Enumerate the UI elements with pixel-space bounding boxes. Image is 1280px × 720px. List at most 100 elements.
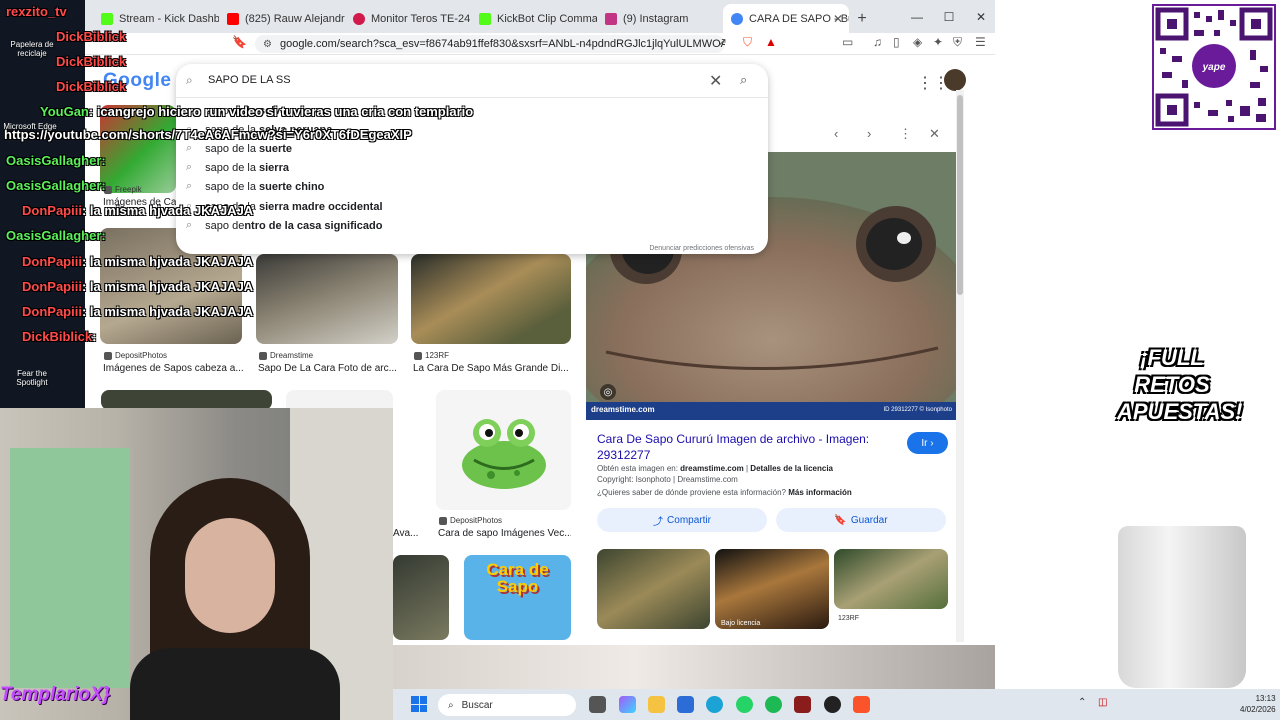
media-icon[interactable]: ♫ [873, 35, 882, 49]
report-predictions-link[interactable]: Denunciar predicciones ofensivas [649, 245, 754, 252]
tab-youtube[interactable]: (825) Rauw Alejandro, [219, 4, 345, 33]
store-icon[interactable] [677, 696, 694, 713]
result-image-toad-4[interactable] [101, 390, 272, 410]
source-label: Dreamstime [270, 351, 314, 360]
result-image-cartoon-frog[interactable] [436, 390, 571, 510]
chat-username: DonPapiii [22, 203, 82, 218]
search-submit-icon[interactable]: ⌕ [740, 72, 747, 88]
more-options-icon[interactable]: ⋮ [899, 126, 912, 142]
prev-image-icon[interactable]: ‹ [834, 126, 838, 141]
taskbar-clock[interactable]: 13:13 4/02/2026 [1240, 693, 1276, 715]
chevron-up-icon[interactable]: ⌃ [1078, 697, 1086, 708]
next-image-icon[interactable]: › [867, 126, 871, 141]
result-source: Freepik [104, 185, 142, 194]
taskbar-search[interactable]: ⌕ Buscar [438, 694, 576, 716]
close-preview-icon[interactable]: ✕ [929, 126, 940, 142]
suggestion-item[interactable]: ⌕ sapo de la suerte [186, 142, 292, 155]
related-thumb-1[interactable] [597, 549, 710, 629]
result-caption[interactable]: Sapo De La Cara Foto de arc... [258, 363, 398, 374]
scroll-thumb[interactable] [957, 95, 963, 295]
preview-title[interactable]: Cara De Sapo Cururú Imagen de archivo - … [597, 431, 897, 463]
obtained-site[interactable]: dreamstime.com [680, 464, 744, 473]
tab-label: Monitor Teros TE-24155 p [371, 12, 471, 25]
result-caption[interactable]: La Cara De Sapo Más Grande Di... [413, 363, 571, 374]
chat-text: : la misma hjvada JKAJAJA [81, 304, 254, 319]
vpn-icon[interactable]: ⛨ [953, 35, 962, 50]
app-icon[interactable] [794, 696, 811, 713]
file-explorer-icon[interactable] [648, 696, 665, 713]
visit-button[interactable]: Ir › [907, 432, 948, 454]
suggestion-plain: sapo de la [205, 180, 259, 193]
result-caption[interactable]: Cara de sapo Imágenes Vec... [438, 528, 571, 539]
shelf-image [10, 448, 130, 688]
maximize-button[interactable]: ☐ [933, 0, 965, 33]
google-icon [731, 12, 743, 25]
suggestion-item[interactable]: ⌕ sapo de la suerte chino [186, 180, 324, 193]
tab-google-search[interactable]: CARA DE SAPO - Busc✕ [723, 4, 849, 33]
recycle-bin-icon[interactable]: Papelera de reciclaje [2, 40, 62, 58]
obtained-label: Obtén esta imagen en: [597, 464, 681, 473]
result-caption[interactable]: Imágenes de Sapos cabeza a... [103, 363, 243, 374]
close-window-button[interactable]: ✕ [965, 0, 995, 33]
windows-start-icon[interactable] [411, 696, 427, 712]
copilot-icon[interactable] [619, 696, 636, 713]
site-info-icon[interactable]: ⚙ [263, 39, 272, 50]
chat-text: : [92, 329, 97, 344]
sidebar-icon[interactable]: ▯ [893, 35, 900, 49]
license-link[interactable]: Detalles de la licencia [750, 464, 833, 473]
suggestion-item[interactable]: ⌕ sapo dentro de la casa significado [186, 219, 382, 232]
task-view-icon[interactable] [589, 696, 606, 713]
brave-shield-icon[interactable]: ⛉ [743, 35, 752, 50]
brave-rewards-icon[interactable]: ▲ [765, 35, 777, 49]
bookmark-icon[interactable]: 🔖 [232, 35, 247, 49]
related-thumb-2[interactable]: Bajo licencia [715, 549, 829, 629]
account-avatar[interactable] [944, 69, 966, 91]
result-image-cara-de-sapo-cartoon[interactable]: Cara de Sapo [464, 555, 571, 640]
suggestion-item[interactable]: ⌕ sapo de la sierra [186, 161, 289, 174]
tab-instagram[interactable]: (9) Instagram [597, 4, 723, 33]
origin-line: ¿Quieres saber de dónde proviene esta in… [597, 488, 852, 497]
url-text: google.com/search?sca_esv=f8674ab91ffef8… [279, 38, 725, 50]
edge-taskbar-icon[interactable] [706, 696, 723, 713]
license-badge: Bajo licencia [721, 620, 761, 627]
brave-icon[interactable] [853, 696, 870, 713]
spotify-icon[interactable] [765, 696, 782, 713]
save-button[interactable]: 🔖 Guardar [776, 508, 946, 532]
tab-monitor[interactable]: Monitor Teros TE-24155 p [345, 4, 471, 33]
result-image-toad-2[interactable] [256, 254, 398, 344]
clear-search-icon[interactable]: ✕ [709, 71, 722, 91]
related-thumb-3[interactable] [834, 549, 948, 609]
fear-the-spotlight-icon[interactable]: Fear the Spotlight [2, 369, 62, 387]
lens-icon[interactable]: ◎ [600, 384, 616, 400]
minimize-button[interactable]: — [901, 0, 933, 33]
result-caption[interactable]: Ava... [393, 528, 423, 539]
search-input[interactable]: SAPO DE LA SS [208, 74, 291, 86]
share-icon[interactable]: ↗ [717, 35, 727, 49]
menu-icon[interactable]: ☰ [975, 35, 986, 49]
tab-label: (9) Instagram [623, 12, 689, 25]
wallet-icon[interactable]: ◈ [913, 35, 922, 49]
cartoon-title: Cara de Sapo [486, 560, 549, 596]
result-image-toad-3[interactable] [411, 254, 571, 344]
chat-message: DonPapiii: la misma hjvada JKAJAJA [22, 279, 253, 294]
url-field[interactable]: ⚙ google.com/search?sca_esv=f8674ab91ffe… [255, 35, 725, 53]
search-icon: ⌕ [186, 73, 193, 87]
close-tab-icon[interactable]: ✕ [833, 12, 843, 26]
more-info-link[interactable]: Más información [788, 488, 852, 497]
share-button[interactable]: ⤴ Compartir [597, 508, 767, 532]
new-tab-button[interactable]: + [849, 4, 875, 33]
result-image-toad-5[interactable] [393, 555, 449, 640]
tray-icon[interactable]: ◫ [1098, 697, 1107, 708]
result-source: DepositPhotos [439, 516, 502, 525]
leo-icon[interactable]: ✦ [933, 35, 943, 49]
suggestion-plain: sapo de la [205, 161, 259, 174]
whatsapp-icon[interactable] [736, 696, 753, 713]
chat-message: DickBiblick [56, 79, 126, 94]
obs-icon[interactable] [824, 696, 841, 713]
chat-username: DonPapiii [22, 254, 82, 269]
reader-icon[interactable]: ▭ [842, 35, 853, 49]
origin-question: ¿Quieres saber de dónde proviene esta in… [597, 488, 789, 497]
page-scrollbar[interactable] [956, 90, 964, 642]
tab-kickbot[interactable]: KickBot Clip Command [471, 4, 597, 33]
edge-icon[interactable]: Microsoft Edge [0, 122, 60, 131]
